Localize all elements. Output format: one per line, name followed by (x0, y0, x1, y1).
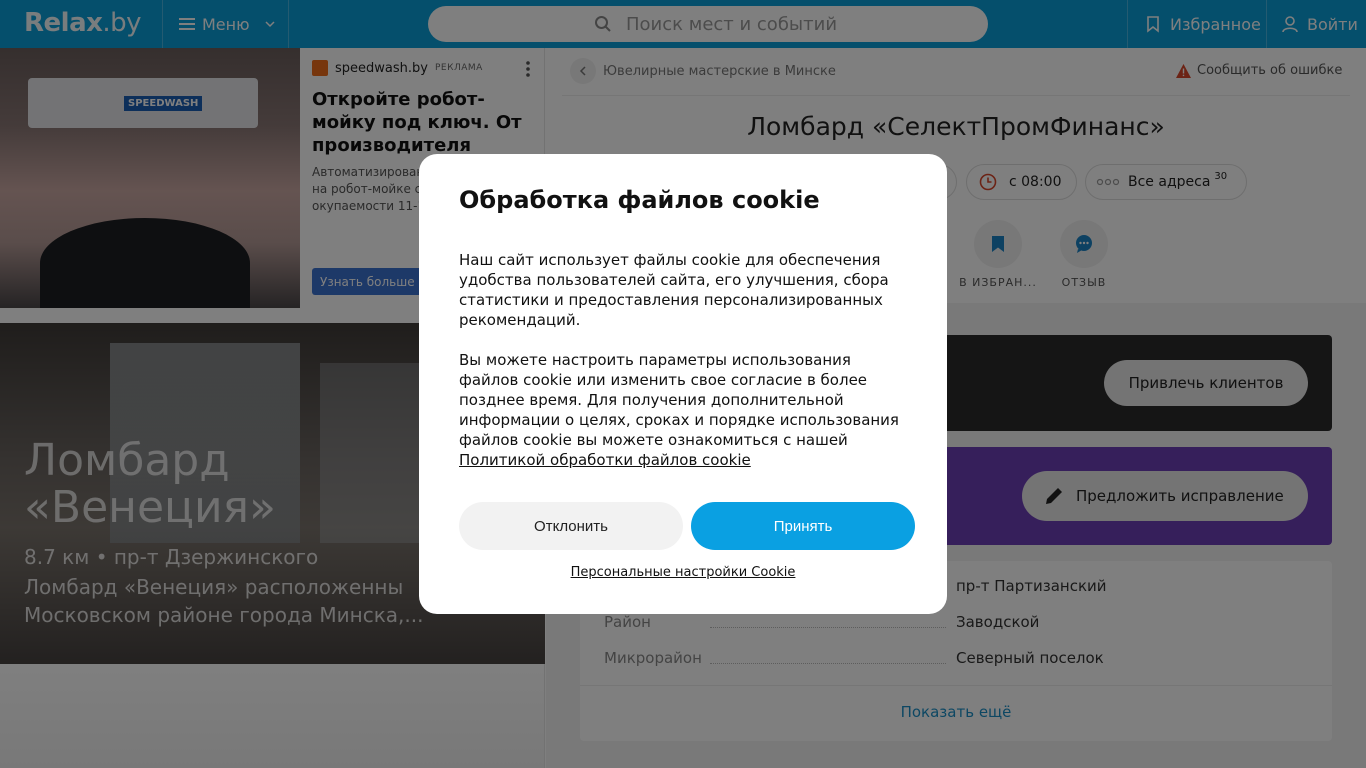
accept-button[interactable]: Принять (691, 502, 915, 550)
cookie-paragraph-2-text: Вы можете настроить параметры использова… (459, 351, 899, 449)
cookie-paragraph-1: Наш сайт использует файлы cookie для обе… (459, 251, 889, 329)
cookie-consent-dialog: Обработка файлов cookie Наш сайт использ… (419, 154, 947, 614)
cookie-settings-link[interactable]: Персональные настройки Cookie (419, 565, 947, 580)
cookie-paragraph-2: Вы можете настроить параметры использова… (459, 350, 911, 470)
cookie-title: Обработка файлов cookie (459, 186, 820, 214)
cookie-policy-link[interactable]: Политикой обработки файлов cookie (459, 450, 911, 470)
decline-button[interactable]: Отклонить (459, 502, 683, 550)
